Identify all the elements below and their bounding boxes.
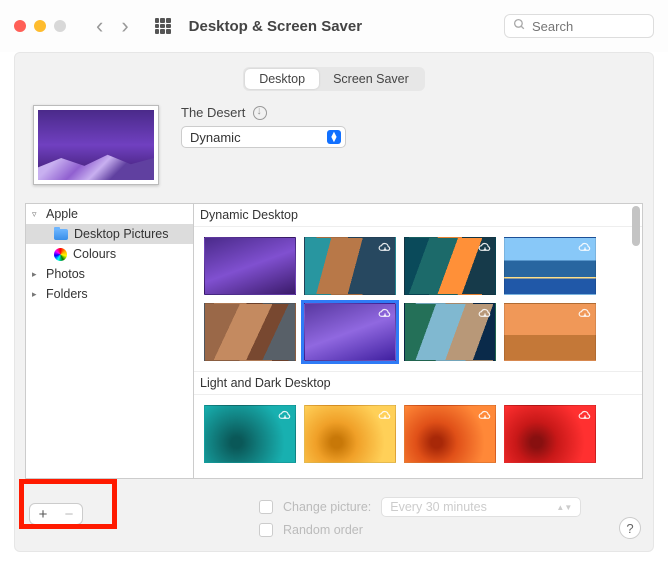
zoom-window-button — [54, 20, 66, 32]
cloud-download-icon — [278, 409, 292, 423]
sidebar-group-folders[interactable]: ▸ Folders — [26, 284, 193, 304]
wallpaper-mode-dropdown[interactable]: Dynamic ▲▼ — [181, 126, 346, 148]
wallpaper-gallery[interactable]: Dynamic Desktop Light and Dark Desktop — [193, 203, 643, 479]
wallpaper-thumbnail[interactable] — [304, 405, 396, 463]
preference-pane: Desktop Screen Saver The Desert Dynamic … — [14, 52, 654, 552]
wallpaper-thumbnail[interactable] — [404, 405, 496, 463]
wallpaper-thumbnail[interactable] — [404, 303, 496, 361]
add-remove-control: + − — [29, 503, 83, 525]
cloud-download-icon — [478, 409, 492, 423]
wallpaper-thumbnail[interactable] — [504, 405, 596, 463]
random-order-checkbox[interactable] — [259, 523, 273, 537]
wallpaper-thumbnail[interactable] — [204, 237, 296, 295]
sidebar-item-desktop-pictures[interactable]: Desktop Pictures — [26, 224, 193, 244]
forward-button[interactable]: › — [121, 13, 128, 39]
chevron-updown-icon: ▲▼ — [327, 130, 341, 144]
minimize-window-button[interactable] — [34, 20, 46, 32]
source-sidebar: ▿ Apple Desktop Pictures Colours ▸ Photo… — [25, 203, 193, 479]
wallpaper-thumbnail[interactable] — [304, 237, 396, 295]
cloud-download-icon — [378, 409, 392, 423]
wallpaper-thumbnail[interactable] — [504, 237, 596, 295]
search-input[interactable] — [532, 19, 645, 34]
show-all-icon[interactable] — [155, 18, 171, 34]
sidebar-group-apple[interactable]: ▿ Apple — [26, 204, 193, 224]
search-icon — [513, 18, 526, 34]
close-window-button[interactable] — [14, 20, 26, 32]
tab-bar: Desktop Screen Saver — [15, 53, 653, 91]
colorwheel-icon — [54, 248, 67, 261]
nav-buttons: ‹ › — [96, 13, 129, 39]
wallpaper-thumbnail[interactable] — [304, 303, 396, 361]
disclosure-triangle-icon: ▿ — [32, 209, 42, 220]
wallpaper-thumbnail[interactable] — [204, 405, 296, 463]
cloud-download-icon — [578, 409, 592, 423]
cloud-download-icon — [578, 307, 592, 321]
remove-folder-button[interactable]: − — [56, 504, 82, 524]
traffic-lights — [14, 20, 66, 32]
wallpaper-name-label: The Desert — [181, 105, 245, 120]
tab-desktop[interactable]: Desktop — [245, 69, 319, 89]
window-toolbar: ‹ › Desktop & Screen Saver — [0, 0, 668, 52]
sidebar-group-photos[interactable]: ▸ Photos — [26, 264, 193, 284]
search-field[interactable] — [504, 14, 654, 38]
cloud-download-icon — [378, 307, 392, 321]
scrollbar[interactable] — [632, 206, 640, 246]
cloud-download-icon — [378, 241, 392, 255]
help-button[interactable]: ? — [619, 517, 641, 539]
disclosure-triangle-icon: ▸ — [32, 269, 42, 280]
change-picture-checkbox[interactable] — [259, 500, 273, 514]
wallpaper-thumbnail[interactable] — [204, 303, 296, 361]
wallpaper-thumbnail[interactable] — [504, 303, 596, 361]
random-order-label: Random order — [283, 523, 363, 537]
wallpaper-preview — [33, 105, 159, 185]
back-button[interactable]: ‹ — [96, 13, 103, 39]
chevron-updown-icon: ▲▼ — [556, 503, 572, 512]
window-title: Desktop & Screen Saver — [189, 18, 362, 35]
disclosure-triangle-icon: ▸ — [32, 289, 42, 300]
wallpaper-mode-value: Dynamic — [190, 130, 241, 145]
tab-screensaver[interactable]: Screen Saver — [319, 69, 423, 89]
download-icon[interactable] — [253, 106, 267, 120]
change-interval-dropdown: Every 30 minutes ▲▼ — [381, 497, 581, 517]
cloud-download-icon — [478, 241, 492, 255]
sidebar-item-colours[interactable]: Colours — [26, 244, 193, 264]
change-picture-label: Change picture: — [283, 500, 371, 514]
folder-icon — [54, 229, 68, 240]
gallery-section-label: Light and Dark Desktop — [194, 371, 642, 395]
wallpaper-thumbnail[interactable] — [404, 237, 496, 295]
cloud-download-icon — [478, 307, 492, 321]
gallery-section-label: Dynamic Desktop — [194, 204, 642, 227]
add-folder-button[interactable]: + — [30, 504, 56, 524]
cloud-download-icon — [578, 241, 592, 255]
